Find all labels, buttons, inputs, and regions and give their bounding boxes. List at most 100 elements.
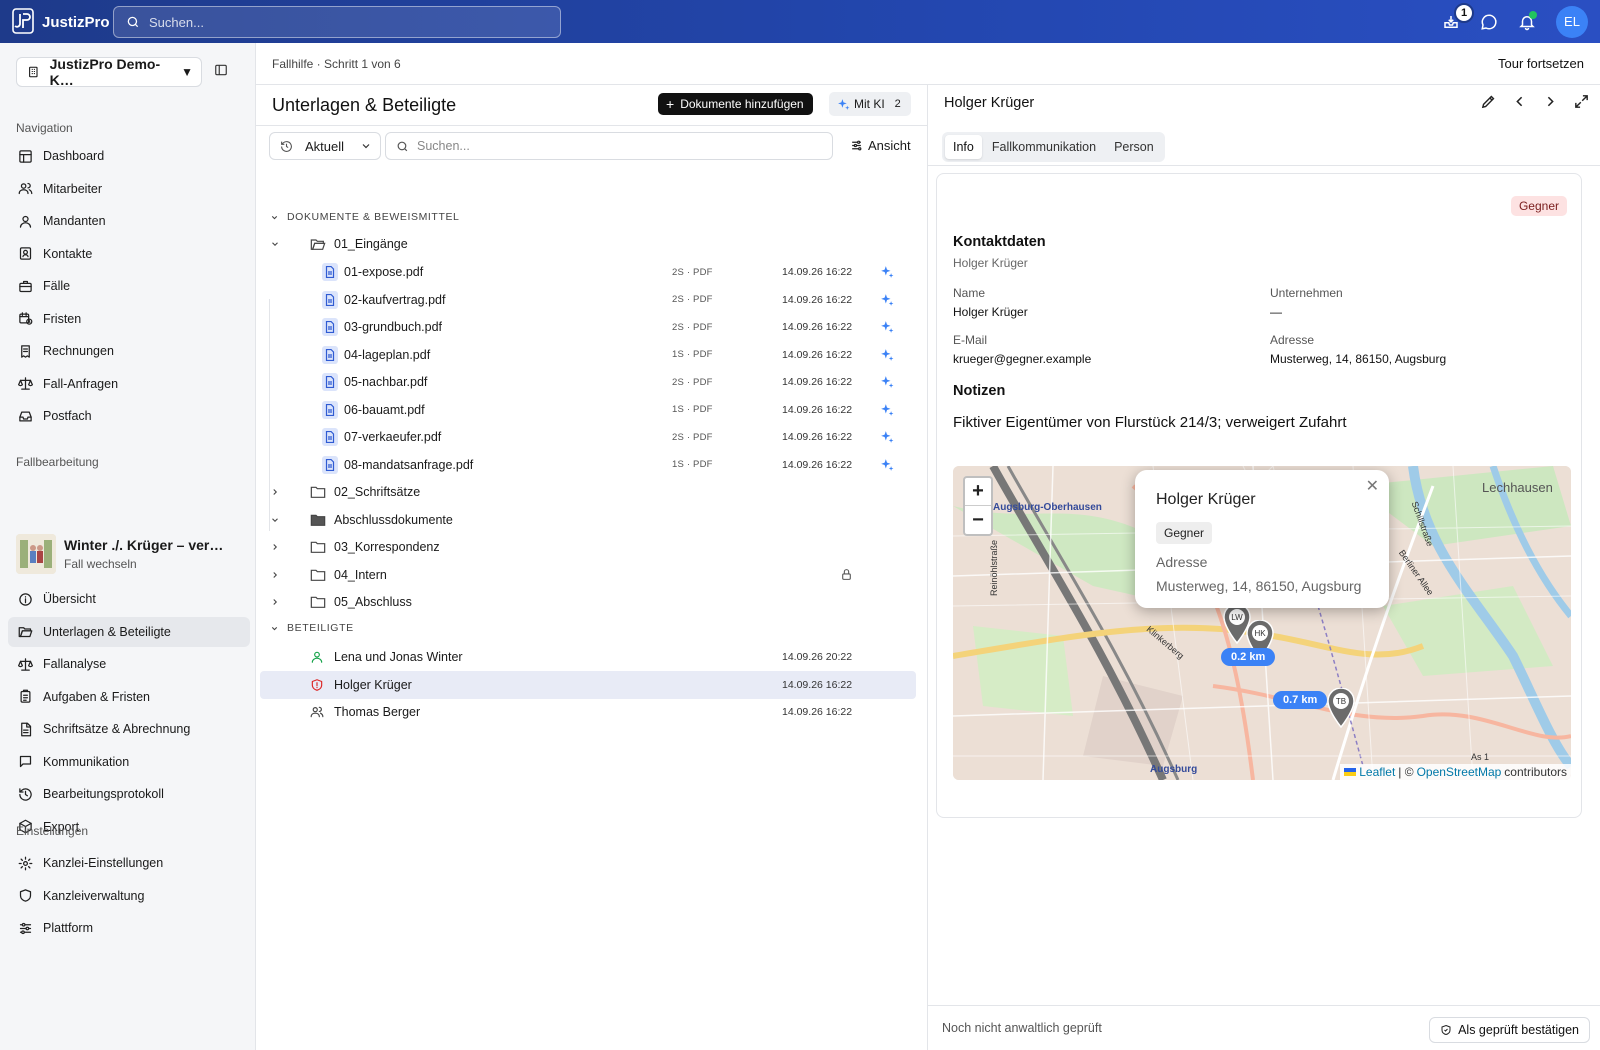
file-date: 14.09.26 16:22 (782, 293, 853, 306)
documents-search-input[interactable]: Suchen... (385, 132, 833, 160)
tab-info[interactable]: Info (945, 135, 982, 159)
contact-heading: Kontaktdaten (953, 234, 1046, 250)
user-avatar[interactable]: EL (1556, 5, 1588, 38)
sidebar-item-plattform[interactable]: Plattform (8, 913, 250, 943)
sidebar-item-kanzleiverwaltung[interactable]: Kanzleiverwaltung (8, 881, 250, 911)
zoom-out-button[interactable]: − (965, 506, 991, 534)
global-search-input[interactable]: Suchen... (113, 6, 561, 38)
ai-sparkles-icon[interactable] (880, 375, 894, 389)
sidebar-item-ubersicht[interactable]: Übersicht (8, 584, 250, 614)
sidebar-item-kontakte[interactable]: Kontakte (8, 239, 250, 269)
file-row[interactable]: 08-mandatsanfrage.pdf 1S · PDF 14.09.26 16… (260, 452, 916, 478)
zoom-in-button[interactable]: + (965, 478, 991, 506)
folder-row[interactable]: 01_Eingänge (260, 231, 916, 257)
group-parties[interactable]: BETEILIGTE (270, 622, 354, 634)
pencil-icon[interactable] (1480, 93, 1497, 110)
sidebar-item-schriftsatze-abrechnung[interactable]: Schriftsätze & Abrechnung (8, 714, 250, 744)
location-map[interactable]: Augsburg-Oberhausen Lechhausen Augsburg … (953, 466, 1571, 780)
tab-person[interactable]: Person (1106, 135, 1162, 159)
chevron-right-icon (273, 489, 278, 495)
map-label-oberhausen: Augsburg-Oberhausen (993, 502, 1102, 513)
popup-badge: Gegner (1156, 522, 1213, 544)
chat-button[interactable] (1476, 9, 1502, 35)
group-documents[interactable]: DOKUMENTE & BEWEISMITTEL (270, 211, 460, 223)
sidebar-item-aufgaben-fristen[interactable]: Aufgaben & Fristen (8, 682, 250, 712)
party-row[interactable]: Holger Krüger 14.09.26 16:22 (260, 670, 916, 699)
sidebar-item-dashboard[interactable]: Dashboard (8, 141, 250, 171)
sidebar-item-fall-anfragen[interactable]: Fall-Anfragen (8, 369, 250, 399)
sidebar-item-label: Bearbeitungsprotokoll (43, 787, 164, 801)
osm-link[interactable]: OpenStreetMap (1417, 765, 1502, 779)
file-row[interactable]: 04-lageplan.pdf 1S · PDF 14.09.26 16:22 (260, 342, 916, 368)
folder-icon (310, 569, 326, 581)
sidebar-item-kommunikation[interactable]: Kommunikation (8, 747, 250, 777)
expand-icon[interactable] (1573, 93, 1590, 110)
sidebar-item-bearbeitungsprotokoll[interactable]: Bearbeitungsprotokoll (8, 779, 250, 809)
switch-case-link[interactable]: Fall wechseln (64, 557, 234, 571)
file-row[interactable]: 01-expose.pdf 2S · PDF 14.09.26 16:22 (260, 259, 916, 285)
party-row[interactable]: Thomas Berger 14.09.26 16:22 (260, 698, 916, 726)
sidebar-item-fallanalyse[interactable]: Fallanalyse (8, 649, 250, 679)
sidebar-item-mitarbeiter[interactable]: Mitarbeiter (8, 174, 250, 204)
detail-tabs: Info Fallkommunikation Person (942, 132, 1165, 162)
marker-initials: TB (1336, 697, 1346, 706)
current-case-card[interactable]: Winter ./. Krüger – verw… Fall wechseln (16, 530, 246, 578)
party-name: Holger Krüger (334, 677, 412, 692)
tab-fallkommunikation[interactable]: Fallkommunikation (984, 135, 1104, 159)
folder-row[interactable]: 05_Abschluss (260, 589, 916, 615)
leaflet-link[interactable]: Leaflet (1359, 765, 1395, 779)
folder-row[interactable]: 03_Korrespondenz (260, 534, 916, 560)
ai-sparkles-icon[interactable] (880, 403, 894, 417)
chevron-right-icon[interactable] (1542, 93, 1559, 110)
close-icon[interactable]: ✕ (1366, 476, 1379, 496)
ai-sparkles-icon[interactable] (880, 458, 894, 472)
ukraine-flag-icon (1344, 768, 1357, 776)
party-row[interactable]: Lena und Jonas Winter 14.09.26 20:22 (260, 643, 916, 671)
pdf-file-icon (322, 455, 338, 474)
ai-sparkles-icon[interactable] (880, 293, 894, 307)
view-label: Ansicht (868, 138, 911, 153)
file-row[interactable]: 03-grundbuch.pdf 2S · PDF 14.09.26 16:22 (260, 314, 916, 340)
folder-icon (310, 596, 326, 608)
sidebar-item-mandanten[interactable]: Mandanten (8, 206, 250, 236)
email-value[interactable]: krueger@gegner.example (953, 352, 1091, 366)
ai-sparkles-icon[interactable] (880, 320, 894, 334)
file-row[interactable]: 06-bauamt.pdf 1S · PDF 14.09.26 16:22 (260, 397, 916, 423)
folder-row[interactable]: 02_Schriftsätze (260, 479, 916, 505)
inbox-tray-button[interactable]: 1 (1438, 2, 1474, 35)
ai-sparkles-icon[interactable] (880, 348, 894, 362)
add-documents-button[interactable]: + Dokumente hinzufügen (658, 93, 813, 115)
sidebar-item-fristen[interactable]: Fristen (8, 304, 250, 334)
folder-row[interactable]: Abschlussdokumente (260, 507, 916, 533)
sidebar-item-falle[interactable]: Fälle (8, 271, 250, 301)
chevron-left-icon[interactable] (1511, 93, 1528, 110)
sidebar-item-rechnungen[interactable]: Rechnungen (8, 336, 250, 366)
filter-select[interactable]: Aktuell (269, 132, 381, 160)
ai-sparkles-icon[interactable] (880, 430, 894, 444)
notifications-button[interactable] (1514, 9, 1540, 35)
sidebar-toggle-button[interactable] (214, 63, 228, 77)
address-label: Adresse (1270, 333, 1315, 347)
folder-row[interactable]: 04_Intern (260, 562, 916, 588)
calendar-clock-icon (19, 312, 33, 325)
kanzlei-switcher[interactable]: JustizPro Demo-K… ▼ (16, 56, 202, 88)
sidebar-item-kanzlei-einstellungen[interactable]: Kanzlei-Einstellungen (8, 848, 250, 878)
confirm-review-button[interactable]: Als geprüft bestätigen (1429, 1017, 1590, 1043)
view-options-button[interactable]: Ansicht (850, 138, 911, 153)
file-row[interactable]: 05-nachbar.pdf 2S · PDF 14.09.26 16:22 (260, 369, 916, 395)
ai-sparkles-icon[interactable] (880, 265, 894, 279)
section-fallbearbeitung: Fallbearbeitung (16, 455, 99, 469)
file-row[interactable]: 07-verkaeufer.pdf 2S · PDF 14.09.26 16:22 (260, 424, 916, 450)
ai-button[interactable]: Mit KI 2 (829, 92, 911, 116)
file-row[interactable]: 02-kaufvertrag.pdf 2S · PDF 14.09.26 16:22 (260, 287, 916, 313)
continue-tour-button[interactable]: Tour fortsetzen (1498, 56, 1584, 71)
app-logo[interactable]: JustizPro (12, 8, 110, 36)
sparkles-icon (838, 98, 850, 110)
ai-count: 2 (894, 98, 901, 110)
plus-icon: + (666, 96, 675, 112)
gear-icon (18, 856, 33, 870)
sidebar-item-unterlagen-beteiligte[interactable]: Unterlagen & Beteiligte (8, 616, 250, 647)
file-date: 14.09.26 16:22 (782, 431, 853, 443)
sidebar-item-postfach[interactable]: Postfach (8, 401, 250, 431)
map-marker-tb[interactable]: TB (1327, 688, 1355, 728)
